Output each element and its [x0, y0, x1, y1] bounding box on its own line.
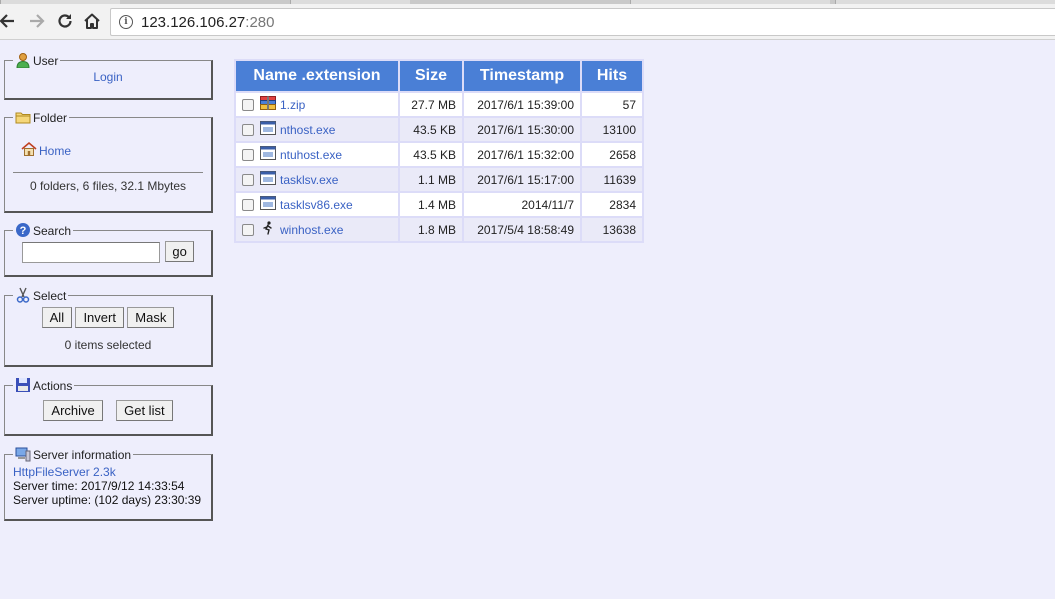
home-folder-icon [21, 141, 37, 157]
file-table: Name .extension Size Timestamp Hits 1.zi… [234, 59, 644, 243]
file-hits-cell: 13638 [582, 218, 642, 241]
table-row[interactable]: ntuhost.exe 43.5 KB 2017/6/1 15:32:00 26… [236, 143, 642, 166]
forward-icon[interactable] [26, 10, 48, 32]
server-time: Server time: 2017/9/12 14:33:54 [13, 479, 185, 493]
home-link-row[interactable]: Home [13, 141, 203, 158]
search-panel: ? Search go [4, 222, 213, 277]
browser-toolbar: i 123.126.106.27:280 [0, 4, 1055, 40]
selection-status: 0 items selected [64, 338, 152, 352]
file-timestamp-cell: 2017/6/1 15:32:00 [464, 143, 580, 166]
search-legend: ? Search [13, 222, 73, 238]
table-row[interactable]: nthost.exe 43.5 KB 2017/6/1 15:30:00 131… [236, 118, 642, 141]
column-header-name[interactable]: Name .extension [236, 61, 398, 91]
file-hits-cell: 11639 [582, 168, 642, 191]
home-icon[interactable] [81, 10, 103, 32]
server-product-link[interactable]: HttpFileServer 2.3k [13, 465, 116, 479]
file-link[interactable]: tasklsv86.exe [280, 198, 353, 212]
file-hits-cell: 2658 [582, 143, 642, 166]
address-url: 123.126.106.27:280 [141, 13, 275, 31]
user-legend: User [13, 52, 60, 69]
file-hits-cell: 2834 [582, 193, 642, 216]
file-timestamp-cell: 2014/11/7 [464, 193, 580, 216]
exe-icon [260, 195, 276, 210]
file-size-cell: 43.5 KB [400, 118, 462, 141]
table-row[interactable]: tasklsv.exe 1.1 MB 2017/6/1 15:17:00 116… [236, 168, 642, 191]
table-row[interactable]: tasklsv86.exe 1.4 MB 2014/11/7 2834 [236, 193, 642, 216]
file-timestamp-cell: 2017/6/1 15:30:00 [464, 118, 580, 141]
site-info-icon[interactable]: i [119, 15, 133, 29]
login-link[interactable]: Login [93, 70, 122, 84]
exe-icon [260, 120, 276, 135]
file-link[interactable]: winhost.exe [280, 223, 343, 237]
file-timestamp-cell: 2017/6/1 15:39:00 [464, 93, 580, 116]
file-size-cell: 27.7 MB [400, 93, 462, 116]
save-icon [15, 377, 31, 393]
select-invert-button[interactable]: Invert [75, 307, 124, 328]
column-header-size[interactable]: Size [400, 61, 462, 91]
folder-divider [13, 172, 203, 173]
user-icon [15, 52, 31, 69]
exe-icon [260, 145, 276, 160]
file-link[interactable]: nthost.exe [280, 123, 335, 137]
file-checkbox[interactable] [242, 174, 254, 187]
file-checkbox[interactable] [242, 199, 254, 212]
file-checkbox[interactable] [242, 224, 254, 237]
folder-summary: 0 folders, 6 files, 32.1 Mbytes [29, 179, 187, 193]
file-name-cell: nthost.exe [236, 118, 398, 141]
file-size-cell: 1.8 MB [400, 218, 462, 241]
table-header-row: Name .extension Size Timestamp Hits [236, 61, 642, 91]
folder-legend: Folder [13, 109, 69, 125]
file-timestamp-cell: 2017/5/4 18:58:49 [464, 218, 580, 241]
svg-text:?: ? [20, 225, 27, 237]
file-timestamp-cell: 2017/6/1 15:17:00 [464, 168, 580, 191]
file-size-cell: 1.4 MB [400, 193, 462, 216]
file-name-cell: tasklsv86.exe [236, 193, 398, 216]
file-checkbox[interactable] [242, 99, 254, 112]
file-size-cell: 1.1 MB [400, 168, 462, 191]
select-legend: Select [13, 287, 68, 303]
folder-panel: Folder Home 0 folders, 6 files, 32.1 Mby… [4, 109, 213, 213]
table-row[interactable]: winhost.exe 1.8 MB 2017/5/4 18:58:49 136… [236, 218, 642, 241]
actions-panel: Actions Archive Get list [4, 377, 213, 436]
server-info-legend: Server information [13, 446, 133, 462]
search-input[interactable] [22, 242, 160, 264]
select-panel: Select All Invert Mask 0 items selected [4, 287, 213, 367]
file-link[interactable]: ntuhost.exe [280, 148, 342, 162]
runner-icon [260, 220, 276, 235]
archive-icon [260, 95, 276, 110]
select-all-button[interactable]: All [41, 307, 73, 328]
exe-icon [260, 170, 276, 185]
file-checkbox[interactable] [242, 149, 254, 162]
file-name-cell: 1.zip [236, 93, 398, 116]
server-info-panel: Server information HttpFileServer 2.3k S… [4, 446, 213, 521]
computer-icon [15, 446, 31, 462]
file-link[interactable]: 1.zip [280, 98, 305, 112]
reload-icon[interactable] [54, 10, 76, 32]
address-bar[interactable]: i 123.126.106.27:280 [110, 8, 1055, 36]
search-go-button[interactable]: go [165, 241, 194, 262]
table-row[interactable]: 1.zip 27.7 MB 2017/6/1 15:39:00 57 [236, 93, 642, 116]
help-icon: ? [15, 222, 31, 238]
select-mask-button[interactable]: Mask [127, 307, 175, 328]
folder-icon [15, 109, 31, 125]
user-panel: User Login [4, 52, 213, 100]
column-header-hits[interactable]: Hits [582, 61, 642, 91]
column-header-timestamp[interactable]: Timestamp [464, 61, 580, 91]
file-size-cell: 43.5 KB [400, 143, 462, 166]
file-hits-cell: 57 [582, 93, 642, 116]
back-icon[interactable] [0, 10, 18, 32]
file-link[interactable]: tasklsv.exe [280, 173, 338, 187]
file-name-cell: ntuhost.exe [236, 143, 398, 166]
actions-legend: Actions [13, 377, 74, 393]
scissors-icon [15, 287, 31, 303]
server-uptime: Server uptime: (102 days) 23:30:39 [13, 493, 202, 507]
file-name-cell: winhost.exe [236, 218, 398, 241]
archive-button[interactable]: Archive [43, 400, 103, 421]
file-checkbox[interactable] [242, 124, 254, 137]
home-link[interactable]: Home [39, 144, 71, 158]
file-hits-cell: 13100 [582, 118, 642, 141]
get-list-button[interactable]: Get list [116, 400, 173, 421]
file-name-cell: tasklsv.exe [236, 168, 398, 191]
